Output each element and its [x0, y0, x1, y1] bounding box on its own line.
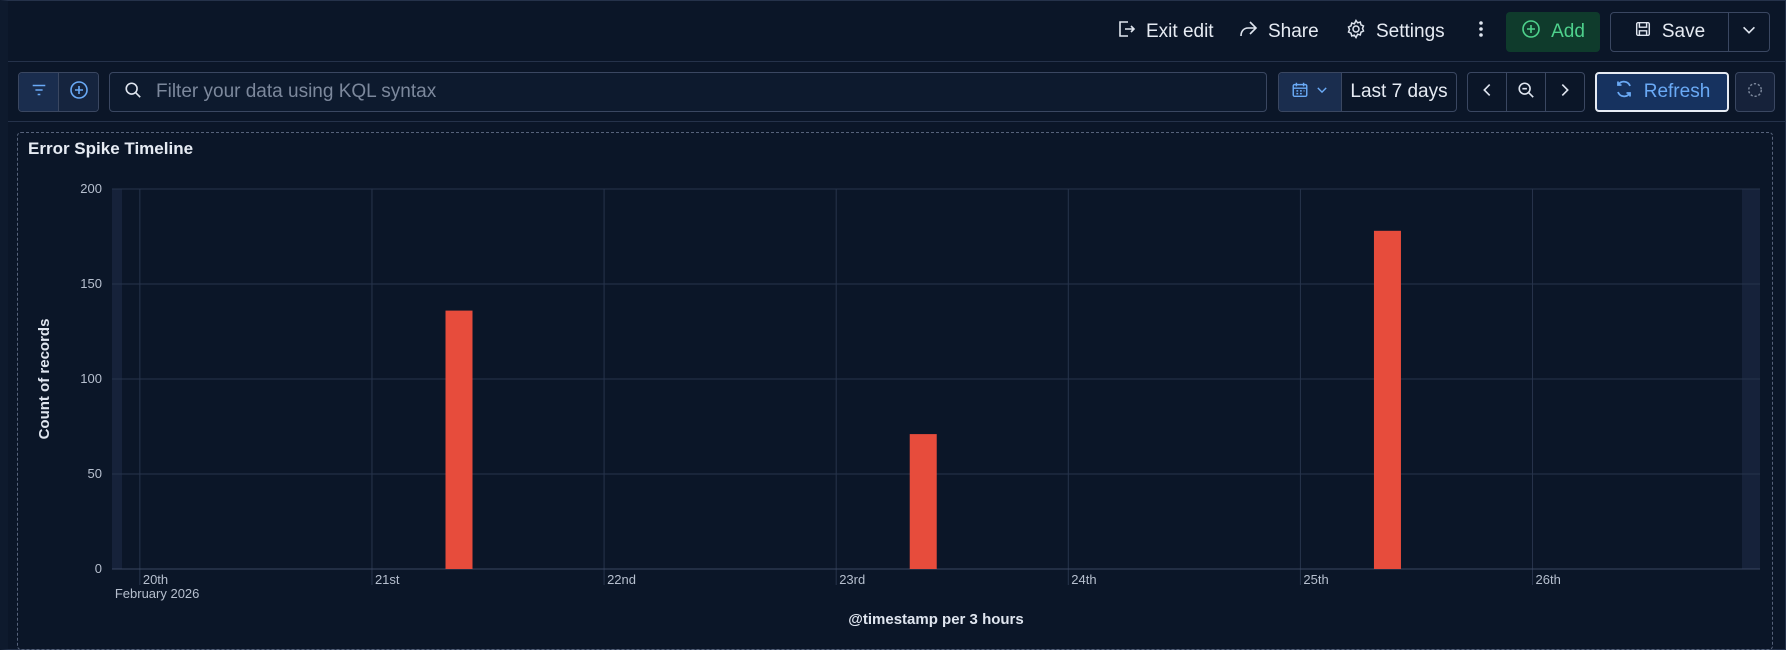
query-bar-divider	[8, 121, 1786, 122]
add-panel-button[interactable]: Add	[1506, 12, 1600, 52]
bar	[445, 310, 473, 569]
x-tick-label: 22nd	[607, 572, 636, 587]
x-tick-label: 25th	[1303, 572, 1328, 587]
x-tick-label: 20th	[143, 572, 168, 587]
x-tick-sublabel: February 2026	[115, 586, 200, 601]
y-tick-label: 0	[95, 561, 102, 576]
more-options-button[interactable]	[1472, 14, 1490, 50]
plus-circle-icon	[69, 80, 89, 105]
filter-icon	[30, 81, 48, 104]
zoom-out-icon	[1517, 81, 1535, 104]
share-icon	[1238, 19, 1258, 45]
x-tick-label: 26th	[1536, 572, 1561, 587]
auto-refresh-button[interactable]	[1735, 72, 1775, 112]
settings-button[interactable]: Settings	[1346, 14, 1445, 50]
share-label: Share	[1268, 21, 1319, 42]
date-picker: Last 7 days	[1278, 72, 1457, 112]
y-axis-title: Count of records	[36, 319, 53, 440]
x-tick-label: 23rd	[839, 572, 865, 587]
settings-label: Settings	[1376, 21, 1445, 42]
save-icon	[1634, 20, 1652, 44]
gear-icon	[1346, 19, 1366, 45]
kql-search-bar	[109, 72, 1267, 112]
refresh-label: Refresh	[1643, 81, 1711, 102]
previous-period-button[interactable]	[1468, 73, 1506, 111]
exit-icon	[1116, 19, 1136, 45]
zoom-out-button[interactable]	[1506, 73, 1545, 111]
visualization-panel: Error Spike Timeline 0 50 100 150 200 20th Feb…	[17, 132, 1773, 650]
chevron-right-icon	[1556, 81, 1574, 104]
save-button[interactable]: Save	[1611, 13, 1729, 51]
bar	[1373, 230, 1401, 570]
save-label: Save	[1661, 21, 1706, 42]
x-tick-label: 24th	[1071, 572, 1096, 587]
chevron-left-icon	[1478, 81, 1496, 104]
x-tick-label: 21st	[375, 572, 400, 587]
vertical-ellipsis-icon	[1471, 19, 1491, 45]
refresh-button[interactable]: Refresh	[1595, 72, 1729, 112]
next-period-button[interactable]	[1545, 73, 1584, 111]
y-tick-label: 200	[80, 181, 102, 196]
y-tick-label: 50	[88, 466, 102, 481]
refresh-icon	[1614, 79, 1634, 105]
save-options-button[interactable]	[1729, 13, 1769, 51]
time-navigation	[1467, 72, 1585, 112]
quick-select-button[interactable]	[1279, 73, 1342, 111]
search-icon	[124, 81, 142, 104]
add-filter-button[interactable]	[58, 73, 98, 111]
calendar-icon	[1291, 81, 1309, 104]
auto-refresh-icon	[1746, 81, 1764, 104]
time-range-display[interactable]: Last 7 days	[1342, 73, 1456, 111]
share-button[interactable]: Share	[1238, 14, 1319, 50]
chevron-down-icon	[1315, 83, 1329, 102]
bar	[909, 434, 937, 569]
chevron-down-icon	[1740, 21, 1758, 44]
exit-edit-label: Exit edit	[1146, 21, 1214, 42]
filter-controls	[18, 72, 99, 112]
add-label: Add	[1551, 21, 1585, 42]
exit-edit-button[interactable]: Exit edit	[1116, 14, 1214, 50]
save-button-group: Save	[1610, 12, 1770, 52]
y-tick-label: 100	[80, 371, 102, 386]
x-axis-title: @timestamp per 3 hours	[848, 611, 1024, 628]
kql-search-input[interactable]	[156, 81, 1266, 103]
filter-menu-button[interactable]	[19, 73, 58, 111]
y-tick-label: 150	[80, 276, 102, 291]
plus-circle-icon	[1521, 19, 1541, 45]
bar-chart: 0 50 100 150 200 20thFebruary 2026 21st 22nd 23r…	[36, 181, 1760, 628]
